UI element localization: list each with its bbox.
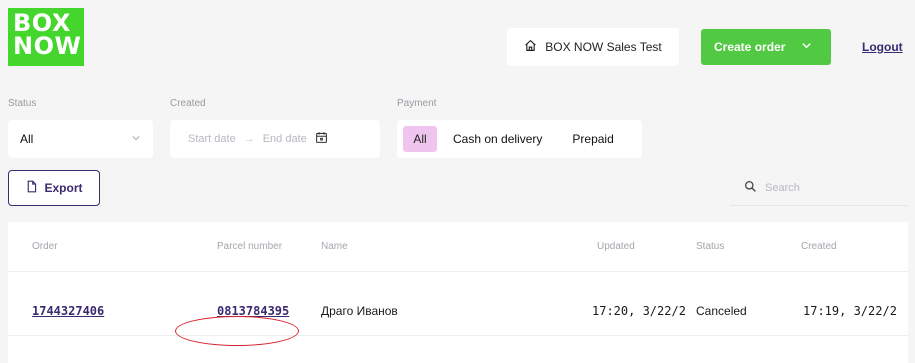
chevron-down-icon xyxy=(797,40,812,54)
column-header-updated[interactable]: Updated xyxy=(597,241,635,252)
end-date-input[interactable]: End date xyxy=(263,133,307,145)
range-separator: → xyxy=(243,133,255,145)
created-timestamp: 17:19, 3/22/2 xyxy=(803,304,897,318)
column-header-parcel-number[interactable]: Parcel number xyxy=(217,241,282,252)
account-label: BOX NOW Sales Test xyxy=(545,40,662,54)
home-icon xyxy=(524,39,537,55)
column-header-name[interactable]: Name xyxy=(321,241,348,252)
updated-timestamp: 17:20, 3/22/2 xyxy=(592,304,686,318)
annotation-ellipse xyxy=(175,316,299,346)
logout-link[interactable]: Logout xyxy=(862,40,903,54)
payment-option-all[interactable]: All xyxy=(403,126,437,152)
payment-option-cash-on-delivery[interactable]: Cash on delivery xyxy=(445,126,550,152)
status-select-value: All xyxy=(20,132,34,146)
payment-segmented-control: All Cash on delivery Prepaid xyxy=(397,120,642,158)
logo-line-2: NOW xyxy=(13,32,82,60)
calendar-icon[interactable] xyxy=(315,131,328,147)
brand-logo[interactable]: BOX NOW xyxy=(8,8,84,66)
search-placeholder: Search xyxy=(765,181,800,194)
created-filter-label: Created xyxy=(170,98,206,109)
column-header-created[interactable]: Created xyxy=(801,241,837,252)
export-button[interactable]: Export xyxy=(8,170,100,206)
chevron-down-icon xyxy=(131,132,141,146)
search-icon xyxy=(744,180,757,196)
create-order-button[interactable]: Create order xyxy=(701,29,831,65)
date-range-picker[interactable]: Start date → End date xyxy=(170,120,380,158)
status-value: Canceled xyxy=(696,304,747,318)
table-header: Order Parcel number Name Updated Status … xyxy=(8,222,908,272)
column-header-status[interactable]: Status xyxy=(696,241,724,252)
status-select[interactable]: All xyxy=(8,120,153,158)
table-row[interactable]: 1744327406 0813784395 Драго Иванов 17:20… xyxy=(8,292,908,336)
payment-filter-label: Payment xyxy=(397,98,437,109)
status-filter-label: Status xyxy=(8,98,37,109)
create-order-label: Create order xyxy=(714,40,786,54)
export-label: Export xyxy=(44,181,83,195)
recipient-name: Драго Иванов xyxy=(321,304,398,318)
order-number-link[interactable]: 1744327406 xyxy=(32,304,104,318)
payment-option-prepaid[interactable]: Prepaid xyxy=(564,126,621,152)
column-header-order[interactable]: Order xyxy=(32,241,58,252)
start-date-input[interactable]: Start date xyxy=(188,133,236,145)
account-button[interactable]: BOX NOW Sales Test xyxy=(507,28,679,66)
search-input[interactable]: Search xyxy=(730,170,908,206)
document-icon xyxy=(25,180,38,196)
orders-table: Order Parcel number Name Updated Status … xyxy=(8,222,908,363)
